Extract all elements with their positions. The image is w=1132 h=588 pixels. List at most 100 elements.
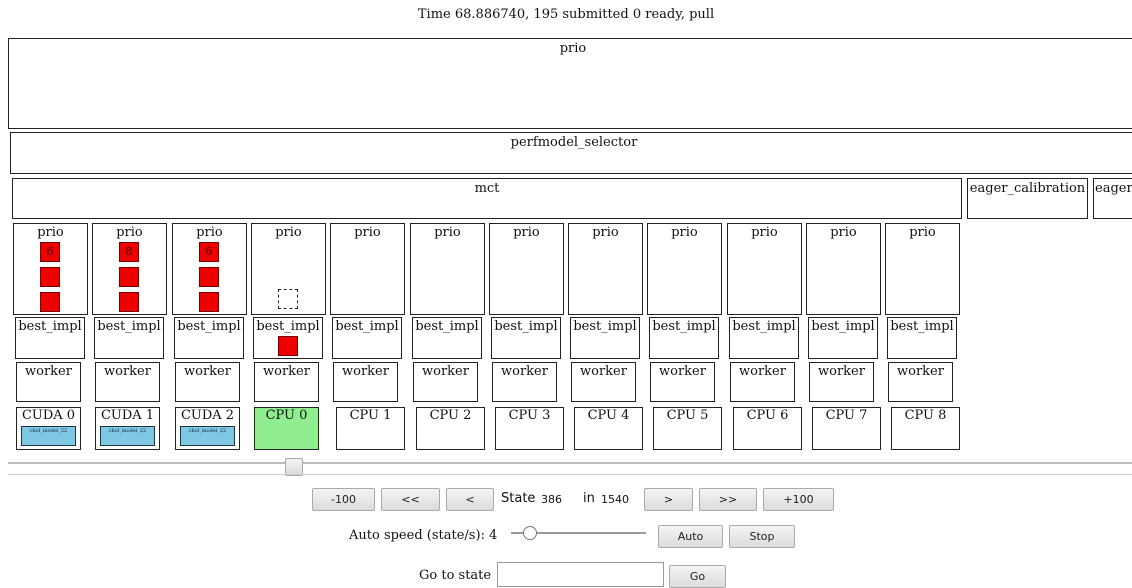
worker-label: worker (580, 364, 627, 379)
worker-component: worker (650, 362, 715, 402)
eager-calibration-label: eager_calibration (969, 181, 1086, 196)
root-prio-component: prio (8, 38, 1132, 129)
prio-component: prio 6 (13, 223, 88, 315)
eager-component: eager (1093, 178, 1132, 219)
worker-label: worker (501, 364, 548, 379)
prio-component: prio (330, 223, 405, 315)
best-impl-label: best_impl (811, 319, 875, 334)
prio-component: prio (806, 223, 881, 315)
prio-label: prio (37, 225, 64, 240)
prio-component: prio (568, 223, 643, 315)
eager-label: eager (1095, 181, 1132, 196)
device-box: CUDA 0 chol_model_22 (16, 407, 81, 450)
perfmodel-selector-label: perfmodel_selector (510, 135, 638, 150)
device-label: CPU 8 (904, 408, 947, 423)
best-impl-label: best_impl (256, 319, 320, 334)
best-impl-component: best_impl (253, 317, 323, 359)
plus-100-button[interactable]: +100 (763, 488, 834, 511)
running-task: chol_model_22 (100, 426, 155, 446)
device-box: CPU 6 (733, 407, 802, 450)
device-label: CPU 3 (508, 408, 551, 423)
worker-label: worker (818, 364, 865, 379)
worker-label: worker (263, 364, 310, 379)
best-impl-component: best_impl (570, 317, 640, 359)
worker-label: worker (659, 364, 706, 379)
best-impl-component: best_impl (649, 317, 719, 359)
worker-component: worker (888, 362, 953, 402)
task-block: 8 (119, 242, 139, 262)
stop-button[interactable]: Stop (729, 525, 795, 548)
best-impl-component: best_impl (15, 317, 85, 359)
prio-component: prio (727, 223, 802, 315)
device-label: CUDA 1 (100, 408, 155, 423)
worker-label: worker (897, 364, 944, 379)
best-impl-component: best_impl (887, 317, 957, 359)
go-button[interactable]: Go (669, 565, 726, 588)
prio-component: prio (410, 223, 485, 315)
task-block (199, 292, 219, 312)
device-label: CPU 7 (825, 408, 868, 423)
auto-speed-label: Auto speed (state/s): 4 (349, 528, 498, 543)
state-slider-track[interactable] (8, 462, 1132, 464)
running-task: chol_model_22 (21, 426, 76, 446)
device-box: CPU 2 (416, 407, 485, 450)
prio-component: prio (885, 223, 960, 315)
worker-component: worker (175, 362, 240, 402)
task-block (119, 267, 139, 287)
task-block: 6 (199, 242, 219, 262)
best-impl-label: best_impl (18, 319, 82, 334)
step-back-button[interactable]: < (446, 488, 494, 511)
task-block (40, 267, 60, 287)
worker-label: worker (25, 364, 72, 379)
prio-label: prio (275, 225, 302, 240)
worker-component: worker (492, 362, 557, 402)
state-value: 386 (541, 493, 562, 506)
device-label: CUDA 0 (21, 408, 76, 423)
prio-component: prio (489, 223, 564, 315)
device-box: CPU 3 (495, 407, 564, 450)
prio-label: prio (592, 225, 619, 240)
goto-state-input[interactable] (497, 562, 664, 587)
task-block: 6 (40, 242, 60, 262)
device-box: CPU 4 (574, 407, 643, 450)
prio-label: prio (830, 225, 857, 240)
fast-forward-button[interactable]: >> (699, 488, 757, 511)
best-impl-label: best_impl (652, 319, 716, 334)
speed-slider-thumb[interactable] (523, 526, 537, 540)
best-impl-component: best_impl (412, 317, 482, 359)
best-impl-label: best_impl (732, 319, 796, 334)
mct-component: mct (12, 178, 962, 219)
best-impl-component: best_impl (94, 317, 164, 359)
best-impl-component: best_impl (491, 317, 561, 359)
prio-component: prio 8 (92, 223, 167, 315)
status-header: Time 68.886740, 195 submitted 0 ready, p… (417, 7, 715, 22)
best-impl-label: best_impl (415, 319, 479, 334)
task-block (278, 336, 298, 356)
device-label: CPU 1 (349, 408, 392, 423)
prio-label: prio (909, 225, 936, 240)
running-task: chol_model_22 (180, 426, 235, 446)
total-states-value: 1540 (601, 493, 629, 506)
worker-label: worker (184, 364, 231, 379)
prio-label: prio (671, 225, 698, 240)
step-forward-button[interactable]: > (644, 488, 693, 511)
worker-component: worker (333, 362, 398, 402)
worker-label: worker (422, 364, 469, 379)
best-impl-label: best_impl (573, 319, 637, 334)
worker-component: worker (95, 362, 160, 402)
prio-label: prio (751, 225, 778, 240)
minus-100-button[interactable]: -100 (312, 488, 375, 511)
task-block (119, 292, 139, 312)
device-box: CPU 5 (653, 407, 722, 450)
worker-component: worker (413, 362, 478, 402)
auto-button[interactable]: Auto (658, 525, 723, 548)
goto-state-label: Go to state (419, 568, 492, 583)
empty-task-slot (278, 289, 298, 309)
in-label: in (583, 491, 595, 506)
rewind-button[interactable]: << (381, 488, 440, 511)
device-label: CUDA 2 (180, 408, 235, 423)
worker-component: worker (254, 362, 319, 402)
best-impl-component: best_impl (808, 317, 878, 359)
best-impl-label: best_impl (335, 319, 399, 334)
device-label: CPU 2 (429, 408, 472, 423)
